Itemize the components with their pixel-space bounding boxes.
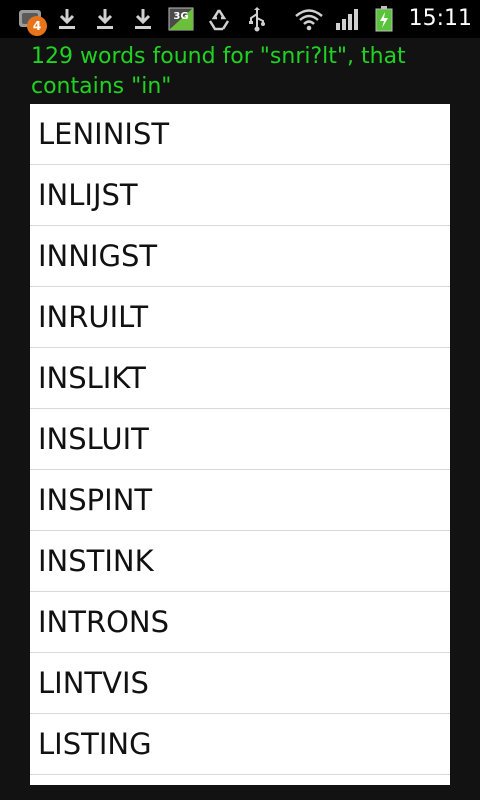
word-list-item[interactable]: INRUILT xyxy=(30,287,450,348)
word-list-item[interactable]: LENINIST xyxy=(30,104,450,165)
word-list-item[interactable]: INLIJST xyxy=(30,165,450,226)
status-bar-clock: 15:11 xyxy=(408,6,472,31)
word-list-item[interactable]: INSLIKT xyxy=(30,348,450,409)
wifi-icon xyxy=(293,6,325,32)
word-list-item[interactable]: INSLUIT xyxy=(30,409,450,470)
download-icon[interactable] xyxy=(93,6,117,32)
usb-icon xyxy=(246,6,268,32)
download-icon[interactable] xyxy=(131,6,155,32)
notification-count-badge: 4 xyxy=(27,16,47,36)
mobile-data-icon: 3G xyxy=(168,6,194,32)
download-icon[interactable] xyxy=(55,6,79,32)
network-type-label: 3G xyxy=(173,11,188,22)
word-results-list[interactable]: LENINIST INLIJST INNIGST INRUILT INSLIKT… xyxy=(30,104,450,785)
signal-strength-icon xyxy=(334,6,362,32)
status-bar: 4 3G 15:11 xyxy=(0,0,480,38)
battery-charging-icon xyxy=(373,6,395,32)
word-list-item[interactable]: INNIGST xyxy=(30,226,450,287)
word-list-item[interactable]: LINTVIS xyxy=(30,653,450,714)
results-summary-text: 129 words found for "snri?lt", that cont… xyxy=(31,44,406,99)
recycle-icon[interactable] xyxy=(205,6,233,32)
word-list-item[interactable]: LISTING xyxy=(30,714,450,775)
word-list-item[interactable]: INSTINK xyxy=(30,531,450,592)
word-list-item[interactable]: INTRONS xyxy=(30,592,450,653)
word-list-item[interactable]: INSPINT xyxy=(30,470,450,531)
